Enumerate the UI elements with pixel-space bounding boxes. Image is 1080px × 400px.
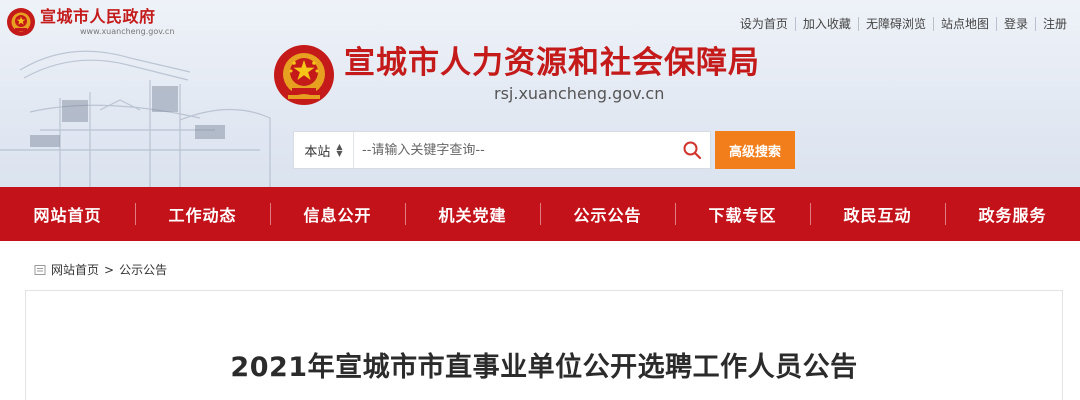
article-panel: 2021年宣城市市直事业单位公开选聘工作人员公告 bbox=[25, 290, 1063, 400]
search-scope-label: 本站 bbox=[304, 144, 331, 160]
nav-item-work-news[interactable]: 工作动态 bbox=[135, 187, 270, 241]
top-link-set-homepage[interactable]: 设为首页 bbox=[733, 17, 795, 31]
breadcrumb: 网站首页 > 公示公告 bbox=[34, 261, 167, 278]
top-link-site-map[interactable]: 站点地图 bbox=[932, 17, 996, 31]
breadcrumb-home[interactable]: 网站首页 bbox=[51, 261, 99, 278]
advanced-search-button[interactable]: 高级搜索 bbox=[715, 131, 795, 169]
top-link-register[interactable]: 注册 bbox=[1034, 17, 1074, 31]
top-links: 设为首页 加入收藏 无障碍浏览 站点地图 登录 注册 bbox=[733, 17, 1074, 31]
search-input[interactable] bbox=[354, 132, 674, 168]
sort-arrows-icon: ▲ ▼ bbox=[336, 142, 343, 158]
main-nav: 网站首页 工作动态 信息公开 机关党建 公示公告 下载专区 政民互动 政务服务 bbox=[0, 187, 1080, 241]
nav-item-info-disclosure[interactable]: 信息公开 bbox=[270, 187, 405, 241]
nav-item-home[interactable]: 网站首页 bbox=[0, 187, 135, 241]
article-title: 2021年宣城市市直事业单位公开选聘工作人员公告 bbox=[230, 352, 858, 383]
top-link-add-favorite[interactable]: 加入收藏 bbox=[794, 17, 858, 31]
national-emblem-icon bbox=[274, 45, 334, 105]
nav-item-gov-services[interactable]: 政务服务 bbox=[945, 187, 1080, 241]
nav-item-party-building[interactable]: 机关党建 bbox=[405, 187, 540, 241]
breadcrumb-separator: > bbox=[104, 262, 115, 277]
search-bar: 本站 ▲ ▼ bbox=[293, 131, 711, 169]
site-title: 宣城市人力资源和社会保障局 bbox=[344, 45, 760, 81]
search-button[interactable] bbox=[674, 132, 710, 168]
site-header: 宣城市人民政府 www.xuancheng.gov.cn 设为首页 加入收藏 无… bbox=[0, 0, 1080, 187]
search-scope-select[interactable]: 本站 ▲ ▼ bbox=[294, 132, 354, 168]
gov-logo[interactable]: 宣城市人民政府 www.xuancheng.gov.cn bbox=[6, 7, 174, 37]
gov-name: 宣城市人民政府 bbox=[40, 7, 156, 26]
nav-item-announcements[interactable]: 公示公告 bbox=[540, 187, 675, 241]
top-link-accessibility[interactable]: 无障碍浏览 bbox=[857, 17, 933, 31]
national-emblem-icon bbox=[7, 8, 35, 36]
nav-item-downloads[interactable]: 下载专区 bbox=[675, 187, 810, 241]
site-domain: rsj.xuancheng.gov.cn bbox=[494, 84, 665, 103]
gov-domain: www.xuancheng.gov.cn bbox=[80, 27, 175, 36]
nav-item-interaction[interactable]: 政民互动 bbox=[810, 187, 945, 241]
search-icon bbox=[683, 141, 702, 160]
breadcrumb-announcements[interactable]: 公示公告 bbox=[119, 261, 167, 278]
top-link-login[interactable]: 登录 bbox=[995, 17, 1035, 31]
site-brand[interactable]: 宣城市人力资源和社会保障局 rsj.xuancheng.gov.cn bbox=[272, 43, 760, 107]
page: 宣城市人民政府 www.xuancheng.gov.cn 设为首页 加入收藏 无… bbox=[0, 0, 1080, 400]
home-icon bbox=[34, 264, 46, 275]
